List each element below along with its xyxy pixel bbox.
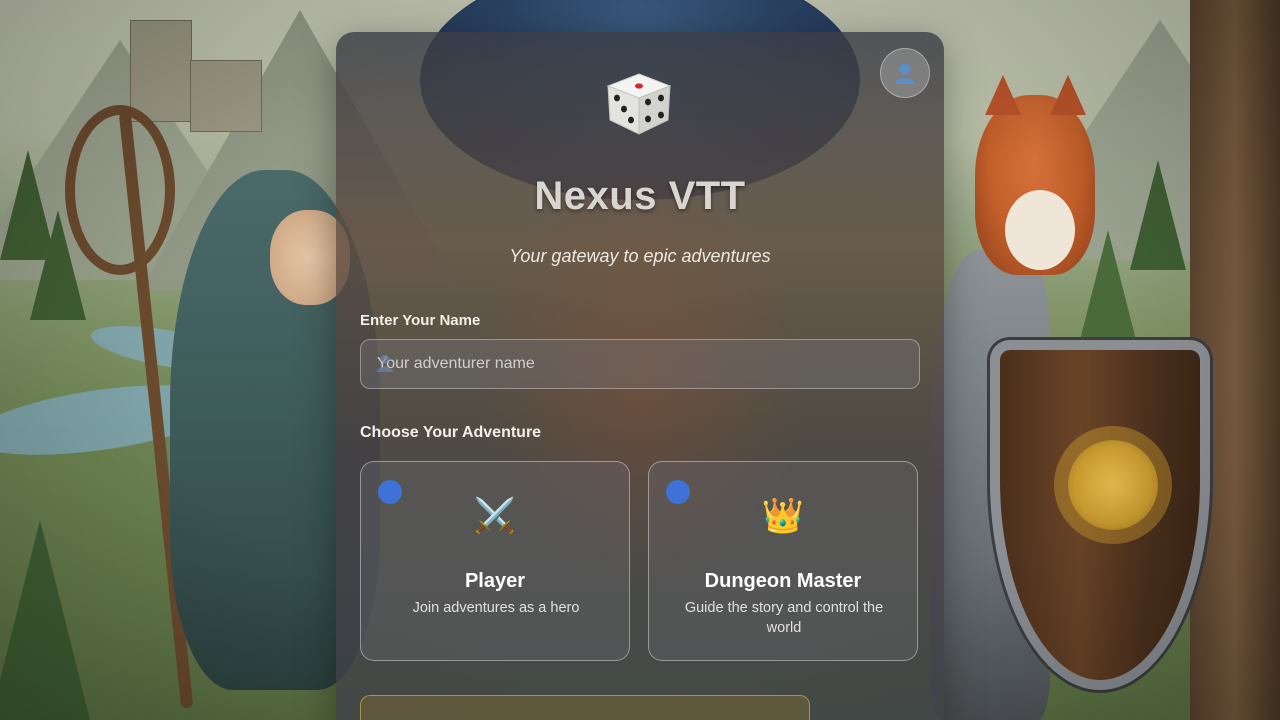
role-title-dungeon-master: Dungeon Master: [704, 570, 862, 592]
role-option-dungeon-master[interactable]: 👑 Dungeon Master Guide the story and con…: [648, 461, 918, 661]
app-subtitle: Your gateway to epic adventures: [509, 246, 771, 266]
app-root: Nexus VTT Your gateway to epic adventure…: [0, 0, 1280, 720]
role-description-player: Join adventures as a hero: [412, 600, 580, 616]
dice-icon: [606, 73, 672, 135]
crossed-swords-icon: ⚔️: [473, 497, 517, 535]
app-title: Nexus VTT: [534, 174, 746, 218]
bottom-panel-box[interactable]: [360, 695, 810, 720]
user-silhouette-icon: [895, 63, 915, 84]
adventurer-name-input[interactable]: [360, 339, 920, 389]
name-field-label: Enter Your Name: [360, 312, 481, 329]
role-title-player: Player: [464, 570, 526, 592]
role-description-dungeon-master: Guide the story and control the world: [684, 600, 884, 636]
name-input-container: [360, 339, 920, 389]
adventure-section-label: Choose Your Adventure: [360, 424, 542, 441]
user-icon: [377, 354, 393, 372]
profile-button[interactable]: [880, 48, 930, 98]
crown-icon: 👑: [761, 497, 805, 535]
role-option-player[interactable]: ⚔️ Player Join adventures as a hero: [360, 461, 630, 661]
